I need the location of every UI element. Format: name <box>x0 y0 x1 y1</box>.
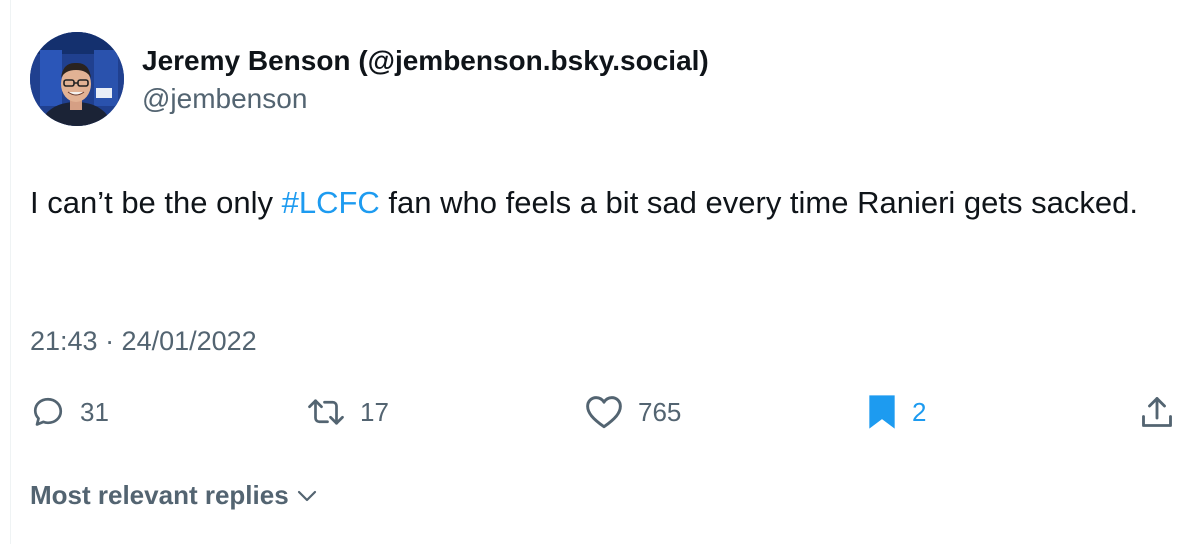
replies-sort-dropdown[interactable]: Most relevant replies <box>30 480 319 511</box>
like-count: 765 <box>638 396 682 427</box>
retweet-count: 17 <box>360 396 389 427</box>
bookmark-count: 2 <box>912 396 927 427</box>
tweet-timestamp[interactable]: 21:43 · 24/01/2022 <box>30 325 257 357</box>
author-handle[interactable]: @jembenson <box>142 82 307 116</box>
replies-sort-label: Most relevant replies <box>30 480 289 510</box>
avatar-photo <box>30 32 124 126</box>
reply-count: 31 <box>80 396 109 427</box>
tweet-text-end: fan who feels a bit sad every time Ranie… <box>379 185 1138 220</box>
author-display-name[interactable]: Jeremy Benson (@jembenson.bsky.social) <box>142 44 709 78</box>
bookmark-button[interactable]: 2 <box>866 390 926 434</box>
avatar[interactable] <box>30 32 124 126</box>
bookmark-icon <box>866 393 898 431</box>
reply-icon <box>30 394 66 430</box>
tweet-text-start: I can’t be the only <box>30 185 282 220</box>
share-icon <box>1140 394 1174 430</box>
hashtag-link[interactable]: #LCFC <box>282 185 380 220</box>
share-button[interactable] <box>1140 390 1174 434</box>
retweet-icon <box>306 394 346 430</box>
tweet-text: I can’t be the only #LCFC fan who feels … <box>30 181 1150 224</box>
action-bar: 31 17 765 2 <box>0 390 1179 434</box>
retweet-button[interactable]: 17 <box>306 390 389 434</box>
chevron-down-icon <box>295 488 319 504</box>
like-button[interactable]: 765 <box>584 390 681 434</box>
left-divider <box>10 0 11 544</box>
heart-icon <box>584 394 624 430</box>
reply-button[interactable]: 31 <box>30 390 109 434</box>
